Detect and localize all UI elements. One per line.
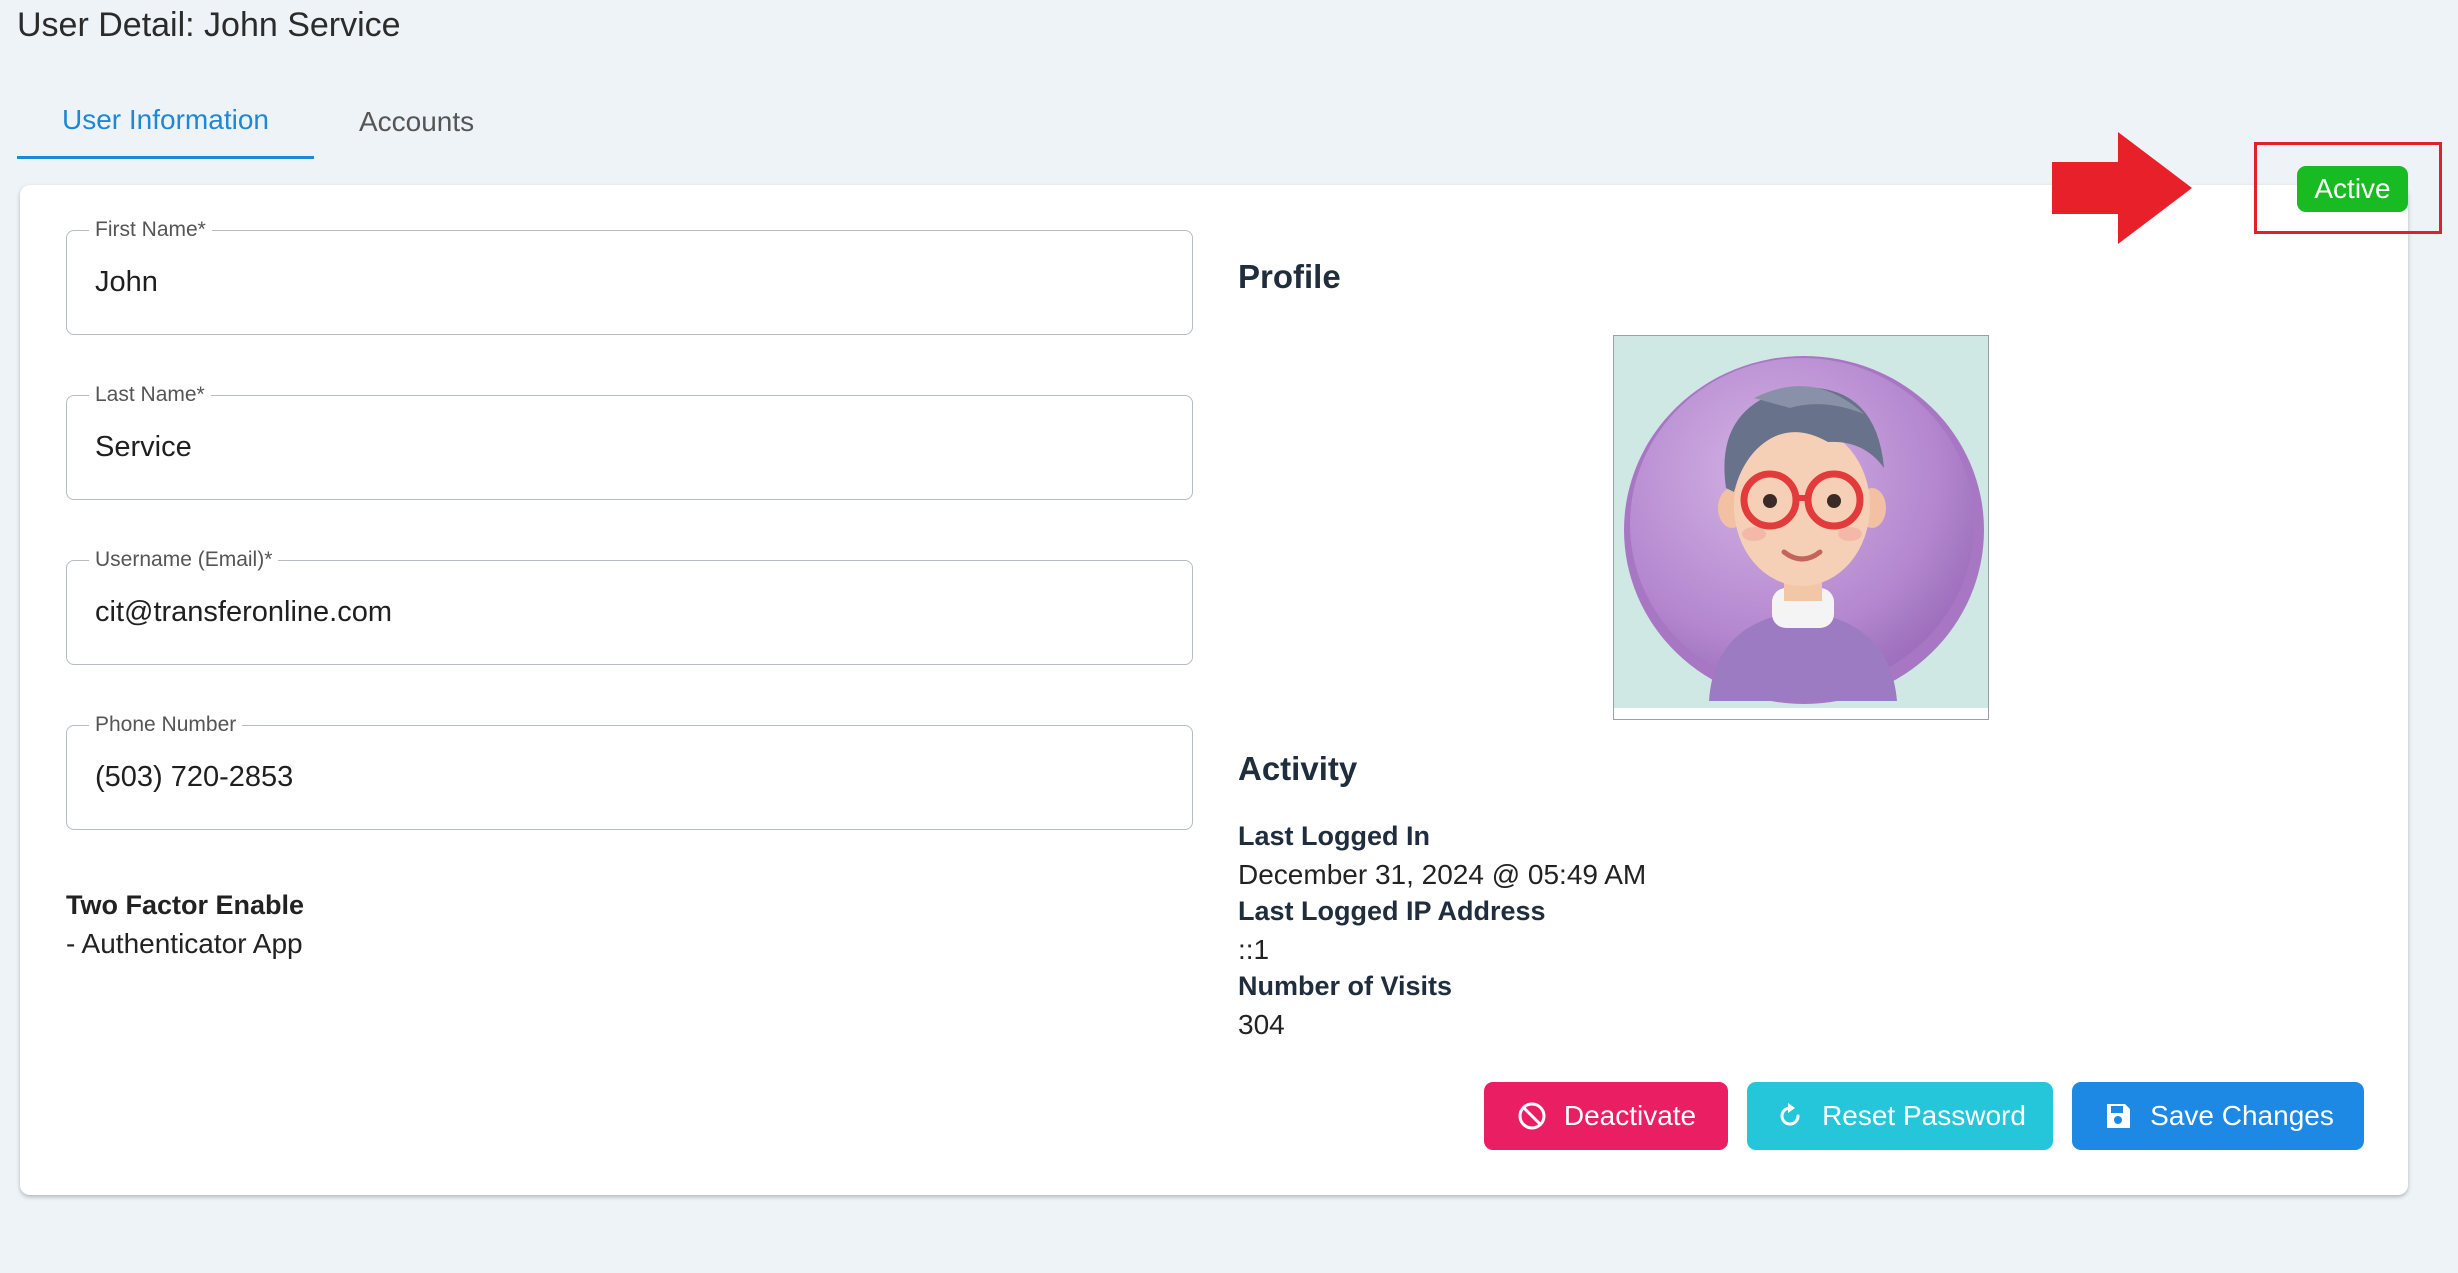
last-name-field: Last Name* [66, 383, 1193, 500]
annotation-arrow-icon [2052, 132, 2192, 244]
activity-heading: Activity [1238, 750, 1358, 787]
last-ip-value: ::1 [1238, 934, 1270, 965]
deactivate-label: Deactivate [1563, 1100, 1697, 1131]
username-field: Username (Email)* [66, 548, 1193, 665]
visits-label: Number of Visits [1238, 971, 1453, 1001]
save-changes-label: Save Changes [2150, 1100, 2334, 1131]
status-badge: Active [2297, 166, 2408, 212]
two-factor-value: - Authenticator App [66, 928, 303, 959]
first-name-field: First Name* [66, 218, 1193, 335]
last-logged-in-label: Last Logged In [1238, 821, 1430, 851]
page-title: User Detail: John Service [17, 6, 401, 44]
last-logged-in-value: December 31, 2024 @ 05:49 AM [1238, 859, 1647, 890]
tab-user-information[interactable]: User Information [17, 84, 314, 159]
profile-heading: Profile [1238, 258, 1341, 295]
avatar-illustration [1614, 336, 1988, 719]
avatar [1613, 335, 1989, 720]
last-ip-label: Last Logged IP Address [1238, 896, 1546, 926]
block-icon [1516, 1100, 1548, 1132]
tab-accounts[interactable]: Accounts [314, 84, 519, 159]
phone-input[interactable] [95, 726, 1175, 829]
username-input[interactable] [95, 561, 1175, 664]
two-factor-title: Two Factor Enable [66, 890, 305, 920]
reset-password-label: Reset Password [1822, 1100, 2026, 1131]
refresh-icon [1774, 1100, 1806, 1132]
first-name-input[interactable] [95, 231, 1175, 334]
visits-value: 304 [1238, 1009, 1285, 1040]
save-changes-button[interactable]: Save Changes [2072, 1082, 2364, 1150]
user-detail-card: First Name* Last Name* Username (Email)*… [20, 185, 2408, 1195]
tab-bar: User Information Accounts [17, 84, 519, 159]
last-name-input[interactable] [95, 396, 1175, 499]
deactivate-button[interactable]: Deactivate [1484, 1082, 1728, 1150]
floppy-disk-icon [2102, 1100, 2134, 1132]
reset-password-button[interactable]: Reset Password [1747, 1082, 2053, 1150]
phone-field: Phone Number [66, 713, 1193, 830]
